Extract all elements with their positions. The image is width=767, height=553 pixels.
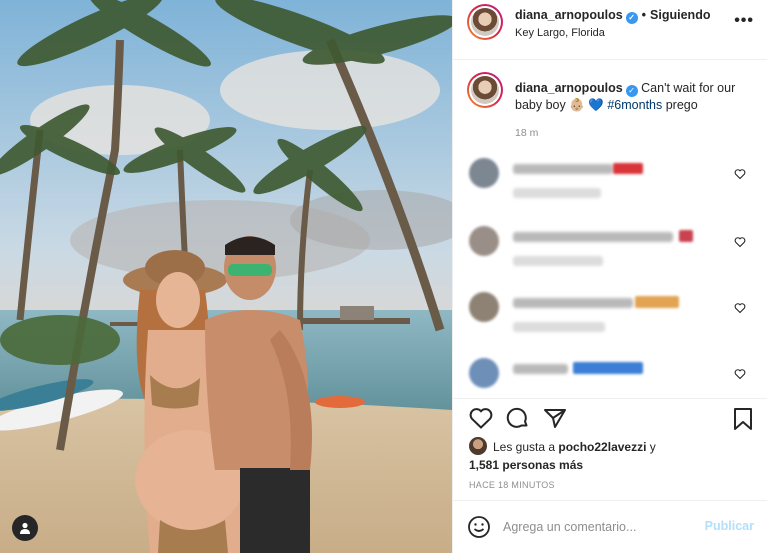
add-comment-bar: Publicar	[453, 500, 767, 553]
comment-avatar[interactable]	[469, 158, 499, 188]
liker-username[interactable]: pocho22lavezzi	[558, 440, 646, 454]
caption-text: diana_arnopoulos ✓ Can't wait for our bab…	[515, 80, 750, 114]
likes-prefix: Les gusta a	[493, 440, 556, 454]
comment-item	[453, 292, 767, 342]
caption-avatar[interactable]	[467, 72, 503, 108]
comment-avatar[interactable]	[469, 226, 499, 256]
heart-icon[interactable]	[734, 368, 746, 380]
hashtag-link[interactable]: #6months	[607, 98, 662, 112]
comment-text-blurred	[513, 364, 568, 374]
comment-emoji-blurred	[573, 362, 643, 374]
comment-meta-blurred	[513, 188, 601, 198]
comment-text-blurred	[513, 232, 673, 242]
caption-username[interactable]: diana_arnopoulos	[515, 81, 623, 95]
bookmark-icon[interactable]	[732, 407, 754, 431]
comment-emoji-blurred	[679, 230, 693, 242]
user-tag-button[interactable]	[12, 515, 38, 541]
post-header: diana_arnopoulos ✓ • Siguiendo Key Largo, F…	[453, 0, 767, 60]
user-tag-icon	[20, 522, 30, 534]
author-line: diana_arnopoulos ✓ • Siguiendo	[515, 8, 710, 24]
heart-icon[interactable]	[734, 236, 746, 248]
heart-icon[interactable]	[734, 168, 746, 180]
likes-connector: y	[649, 440, 656, 454]
comment-emoji-blurred	[613, 163, 643, 174]
more-icon[interactable]: •••	[734, 12, 754, 30]
heart-icon[interactable]	[469, 407, 493, 429]
verified-icon: ✓	[625, 12, 638, 24]
share-icon[interactable]	[543, 407, 567, 429]
comment-item	[453, 226, 767, 276]
emoji-icon[interactable]	[467, 515, 491, 539]
comment-meta-blurred	[513, 322, 605, 332]
comment-meta-blurred	[513, 256, 603, 266]
verified-icon: ✓	[625, 85, 638, 97]
post-actions	[453, 398, 767, 438]
post-comment-button[interactable]: Publicar	[705, 519, 754, 533]
author-username[interactable]: diana_arnopoulos	[515, 8, 623, 22]
post-photo[interactable]	[0, 0, 452, 553]
post-location[interactable]: Key Largo, Florida	[515, 27, 605, 39]
post-timestamp[interactable]: HACE 18 MINUTOS	[469, 480, 555, 490]
likes-count[interactable]: 1,581 personas más	[469, 458, 583, 472]
comment-text-blurred	[513, 164, 613, 174]
beach-photo-illustration	[0, 0, 452, 553]
comment-item	[453, 158, 767, 208]
heart-icon[interactable]	[734, 302, 746, 314]
baby-emoji: 👶🏼	[569, 98, 585, 112]
follow-button[interactable]: Siguiendo	[650, 8, 710, 22]
author-avatar[interactable]	[467, 4, 503, 40]
caption-time: 18 m	[515, 127, 539, 139]
likes-summary: Les gusta a pocho22lavezzi y 1,581 perso…	[469, 437, 759, 474]
comment-input[interactable]	[503, 517, 683, 537]
separator-dot: •	[641, 8, 647, 22]
blue-heart-emoji: 💙	[588, 98, 604, 112]
comment-emoji-blurred	[635, 296, 679, 308]
liker-avatar[interactable]	[469, 437, 487, 455]
post-side-panel: diana_arnopoulos ✓ • Siguiendo Key Largo, F…	[452, 0, 767, 553]
comment-text-blurred	[513, 298, 633, 308]
comment-icon[interactable]	[506, 407, 530, 429]
caption-body-end: prego	[665, 98, 698, 112]
comment-avatar[interactable]	[469, 292, 499, 322]
comment-avatar[interactable]	[469, 358, 499, 388]
